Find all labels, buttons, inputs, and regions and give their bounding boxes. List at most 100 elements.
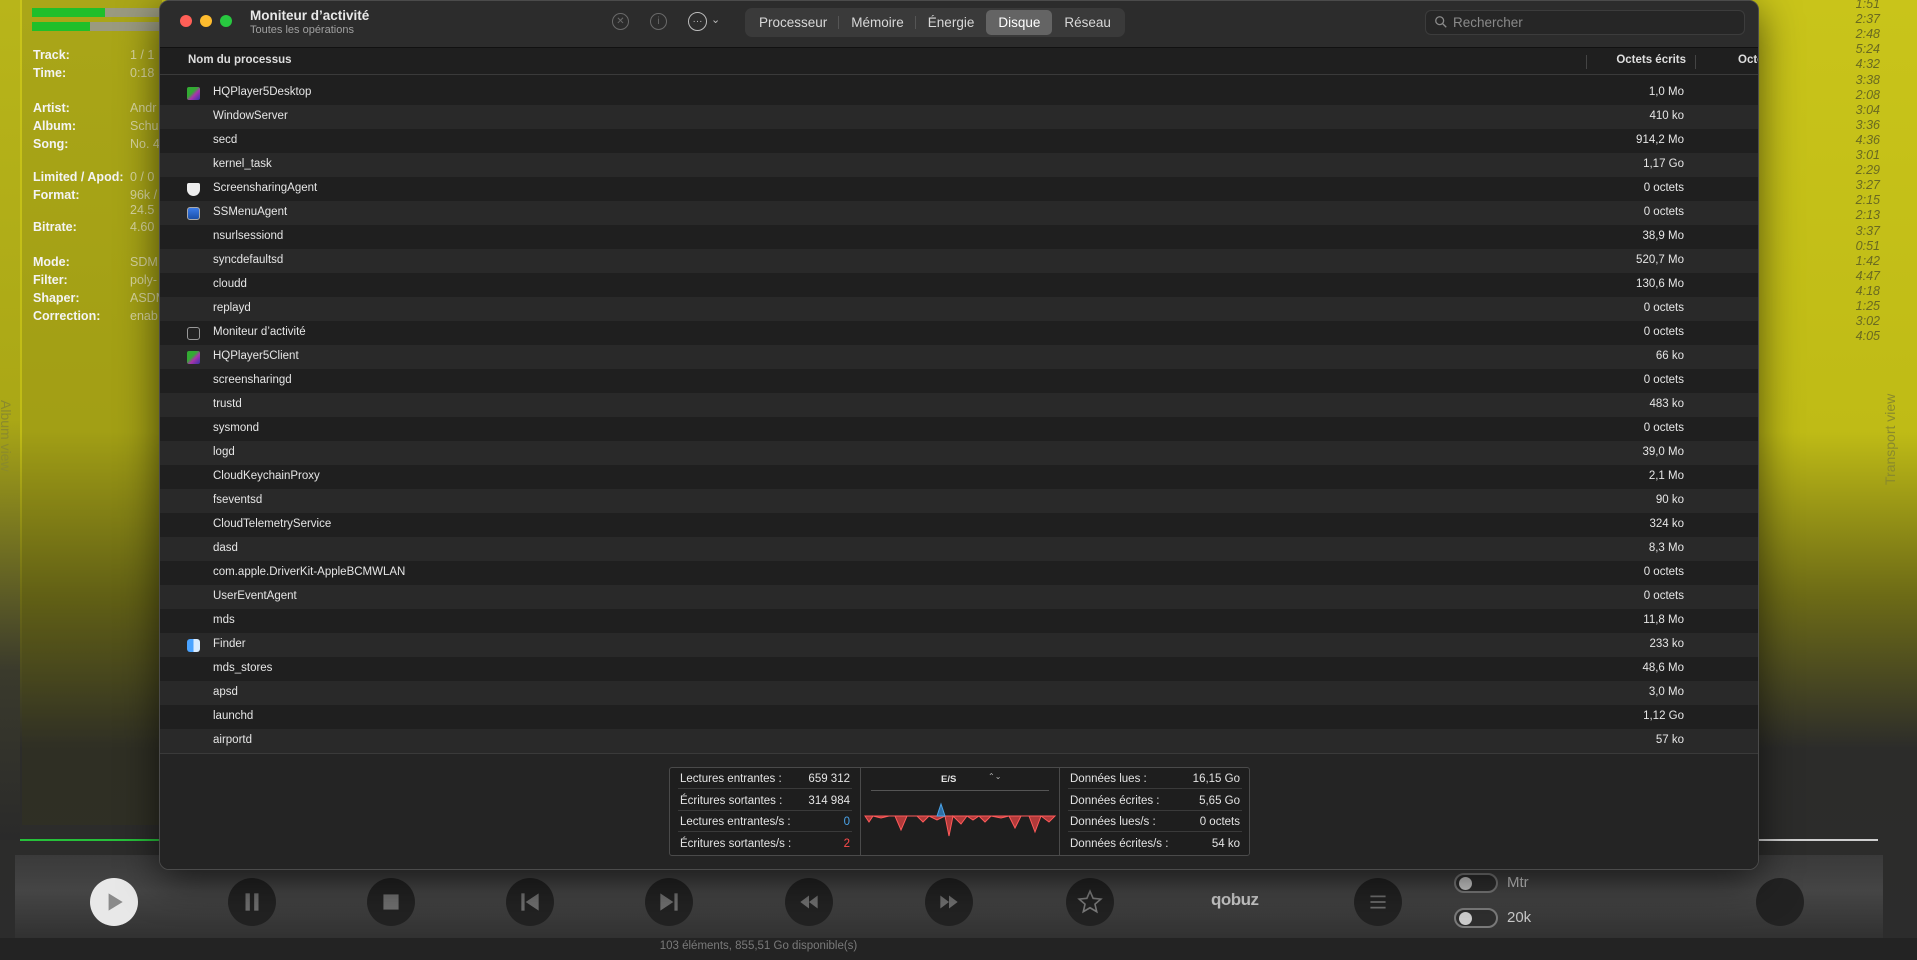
next-button[interactable] (645, 878, 693, 926)
20k-toggle[interactable] (1454, 908, 1498, 928)
stop-process-icon[interactable]: ✕ (612, 13, 629, 30)
track-duration[interactable]: 3:01 (1856, 148, 1880, 162)
track-duration[interactable]: 1:42 (1856, 254, 1880, 268)
table-row[interactable]: HQPlayer5Desktop1,0 Mo6 (160, 81, 1758, 105)
track-duration[interactable]: 4:32 (1856, 57, 1880, 71)
previous-button[interactable] (506, 878, 554, 926)
track-duration[interactable]: 2:37 (1856, 12, 1880, 26)
fast-forward-button[interactable] (925, 878, 973, 926)
table-row[interactable]: mds11,8 Mo4 (160, 609, 1758, 633)
column-bytes-written[interactable]: Octets écrits (1616, 54, 1686, 66)
track-duration[interactable]: 1:25 (1856, 299, 1880, 313)
maximize-window-button[interactable] (220, 15, 232, 27)
search-field[interactable] (1425, 10, 1745, 35)
close-window-button[interactable] (180, 15, 192, 27)
tab-disque[interactable]: Disque (986, 10, 1053, 35)
table-row[interactable]: nsurlsessiond 38,9 Mo (160, 225, 1758, 249)
track-duration[interactable]: 3:38 (1856, 73, 1880, 87)
table-row[interactable]: secd914,2 Mo3 (160, 129, 1758, 153)
play-button[interactable] (90, 878, 138, 926)
table-row[interactable]: kernel_task1,17 Go1 (160, 153, 1758, 177)
rewind-button[interactable] (785, 878, 833, 926)
column-bytes-read[interactable]: Octe (1738, 54, 1758, 66)
meter-toggle[interactable] (1454, 873, 1498, 893)
track-duration[interactable]: 4:05 (1856, 329, 1880, 343)
process-name: mds_stores (213, 662, 273, 674)
tab-memoire[interactable]: Mémoire (839, 10, 916, 35)
table-row[interactable]: Moniteur d’activité 0 octets (160, 321, 1758, 345)
pause-button[interactable] (228, 878, 276, 926)
extra-button[interactable] (1756, 878, 1804, 926)
stop-button[interactable] (367, 878, 415, 926)
table-row[interactable]: trustd483 ko1 (160, 393, 1758, 417)
track-duration[interactable]: 3:02 (1856, 314, 1880, 328)
meter-toggle-label: Mtr (1507, 874, 1529, 891)
table-row[interactable]: UserEventAgent 0 octets (160, 585, 1758, 609)
table-row[interactable]: apsd 3,0 Mo (160, 681, 1758, 705)
track-duration[interactable]: 2:13 (1856, 208, 1880, 222)
table-row[interactable]: com.apple.DriverKit-AppleBCMWLAN 0 octets (160, 561, 1758, 585)
stat-value: 5,65 Go (1199, 794, 1240, 807)
table-row[interactable]: CloudTelemetryService 324 ko (160, 513, 1758, 537)
info-icon[interactable]: i (650, 13, 667, 30)
bytes-written: 233 ko (1649, 638, 1684, 650)
table-row[interactable]: CloudKeychainProxy 2,1 Mo (160, 465, 1758, 489)
table-row[interactable]: replayd0 octets1( (160, 297, 1758, 321)
table-row[interactable]: sysmond 0 octets (160, 417, 1758, 441)
track-duration[interactable]: 4:18 (1856, 284, 1880, 298)
track-duration[interactable]: 2:08 (1856, 88, 1880, 102)
track-duration[interactable]: 2:15 (1856, 193, 1880, 207)
column-separator[interactable] (1586, 55, 1587, 69)
track-duration[interactable]: 2:48 (1856, 27, 1880, 41)
more-actions-icon[interactable]: ··· (688, 12, 707, 31)
tab-reseau[interactable]: Réseau (1052, 10, 1123, 35)
table-row[interactable]: mds_stores48,6 Mo18 (160, 657, 1758, 681)
qobuz-logo[interactable]: qobuz (1211, 890, 1259, 910)
tab-energie[interactable]: Énergie (916, 10, 987, 35)
table-row[interactable]: SSMenuAgent 0 octets (160, 201, 1758, 225)
album-view-label[interactable]: Album view (0, 400, 14, 472)
chevron-down-icon[interactable]: ⌄ (711, 13, 720, 26)
track-duration[interactable]: 3:37 (1856, 224, 1880, 238)
tab-processeur[interactable]: Processeur (747, 10, 840, 35)
menu-button[interactable] (1354, 878, 1402, 926)
track-duration[interactable]: 0:51 (1856, 239, 1880, 253)
column-process-name[interactable]: Nom du processus (188, 54, 292, 66)
track-duration[interactable]: 4:47 (1856, 269, 1880, 283)
table-row[interactable]: logd39,0 Mo80 (160, 441, 1758, 465)
stop-icon (383, 894, 399, 910)
search-input[interactable] (1453, 13, 1733, 32)
table-row[interactable]: airportd 57 ko (160, 729, 1758, 753)
table-row[interactable]: HQPlayer5Client 66 ko (160, 345, 1758, 369)
table-row[interactable]: launchd1,12 Go6 (160, 705, 1758, 729)
track-duration[interactable]: 2:29 (1856, 163, 1880, 177)
track-duration[interactable]: 5:24 (1856, 42, 1880, 56)
process-name: SSMenuAgent (213, 206, 288, 218)
table-row[interactable]: ScreensharingAgent 0 octets (160, 177, 1758, 201)
table-row[interactable]: cloudd130,6 Mo2( (160, 273, 1758, 297)
table-row[interactable]: dasd 8,3 Mo (160, 537, 1758, 561)
table-row[interactable]: fseventsd 90 ko (160, 489, 1758, 513)
title-bar[interactable]: Moniteur d’activité Toutes les opération… (160, 1, 1758, 48)
track-duration[interactable]: 3:04 (1856, 103, 1880, 117)
bytes-written: 66 ko (1655, 350, 1684, 362)
track-duration[interactable]: 4:36 (1856, 133, 1880, 147)
graph-mode-chevron-icon[interactable]: ⌃⌄ (988, 772, 1001, 781)
track-duration[interactable]: 3:27 (1856, 178, 1880, 192)
track-duration[interactable]: 3:36 (1856, 118, 1880, 132)
volume-line[interactable] (1756, 839, 1878, 841)
transport-view-label[interactable]: Transport view (1882, 394, 1898, 485)
playback-progress[interactable] (20, 839, 160, 841)
info-label: Time: (33, 66, 67, 80)
level-meter-right-peak (90, 22, 165, 31)
table-row[interactable]: Finder233 ko11 (160, 633, 1758, 657)
column-separator[interactable] (1695, 55, 1696, 69)
favorite-button[interactable] (1066, 878, 1114, 926)
table-row[interactable]: screensharingd 0 octets (160, 369, 1758, 393)
bytes-written: 410 ko (1649, 110, 1684, 122)
table-row[interactable]: WindowServer410 ko2 (160, 105, 1758, 129)
window-subtitle[interactable]: Toutes les opérations (250, 24, 354, 36)
track-duration[interactable]: 1:51 (1856, 0, 1880, 11)
table-row[interactable]: syncdefaultsd520,7 Mo2 (160, 249, 1758, 273)
minimize-window-button[interactable] (200, 15, 212, 27)
